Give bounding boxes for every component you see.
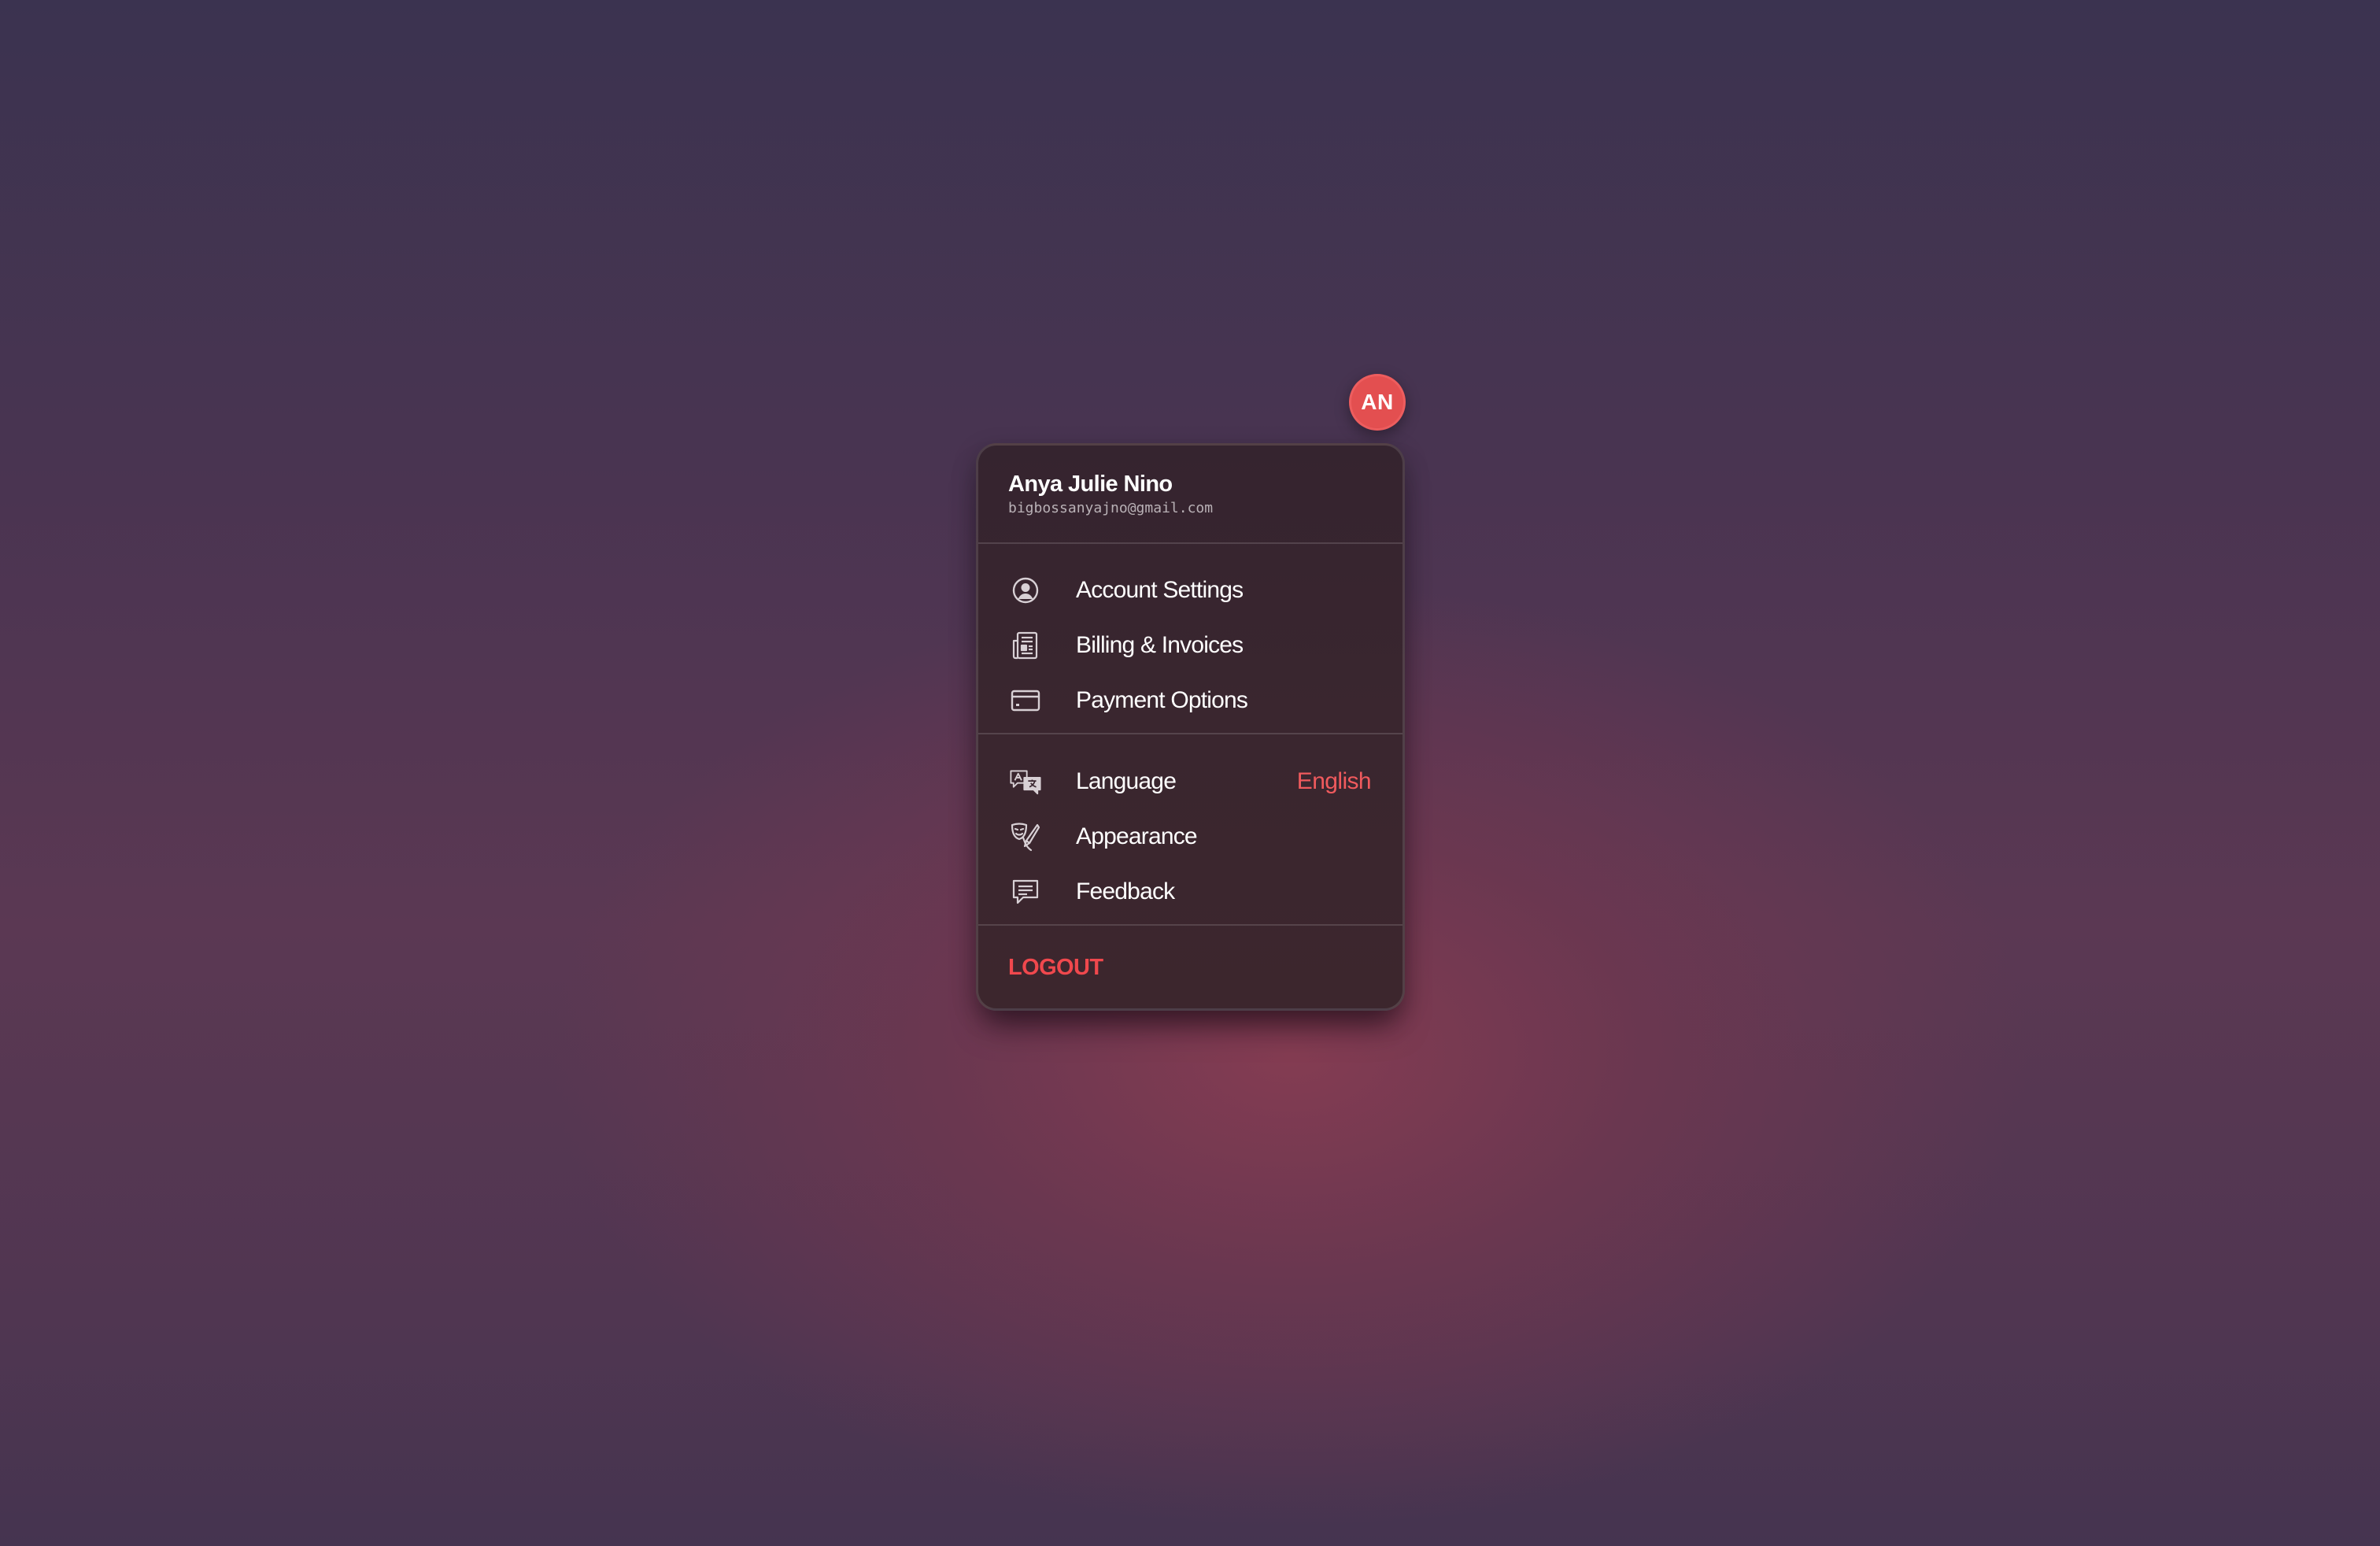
- profile-dropdown-menu: Anya Julie Nino bigbossanyajno@gmail.com…: [976, 443, 1405, 1011]
- menu-item-feedback[interactable]: Feedback: [978, 864, 1402, 919]
- menu-item-label: Appearance: [1076, 823, 1198, 849]
- invoice-icon: [1008, 628, 1043, 663]
- chat-bubble-icon: [1008, 875, 1043, 909]
- user-circle-icon: [1008, 573, 1043, 608]
- avatar[interactable]: AN: [1349, 374, 1406, 431]
- menu-item-appearance[interactable]: Appearance: [978, 809, 1402, 864]
- user-name: Anya Julie Nino: [1008, 472, 1173, 497]
- menu-item-label: Account Settings: [1076, 577, 1244, 603]
- translate-icon: [1008, 764, 1043, 799]
- account-section: Account Settings Billing & Invoices Paym…: [978, 544, 1402, 734]
- language-value: English: [1296, 768, 1372, 794]
- credit-card-icon: [1008, 683, 1043, 718]
- logout-button[interactable]: LOGOUT: [1008, 955, 1103, 981]
- menu-item-account-settings[interactable]: Account Settings: [978, 563, 1402, 618]
- logout-section: LOGOUT: [978, 926, 1402, 1008]
- user-info-header: Anya Julie Nino bigbossanyajno@gmail.com: [978, 446, 1402, 544]
- theater-masks-brush-icon: [1008, 819, 1043, 854]
- menu-item-language[interactable]: Language English: [978, 754, 1402, 809]
- menu-item-billing-invoices[interactable]: Billing & Invoices: [978, 618, 1402, 673]
- menu-item-label: Payment Options: [1076, 687, 1248, 713]
- user-email: bigbossanyajno@gmail.com: [1008, 500, 1214, 516]
- menu-item-payment-options[interactable]: Payment Options: [978, 673, 1402, 728]
- menu-item-label: Feedback: [1076, 878, 1175, 904]
- menu-item-label: Language: [1076, 768, 1177, 794]
- menu-item-label: Billing & Invoices: [1076, 632, 1244, 658]
- preferences-section: Language English Appearance Feedback: [978, 734, 1402, 926]
